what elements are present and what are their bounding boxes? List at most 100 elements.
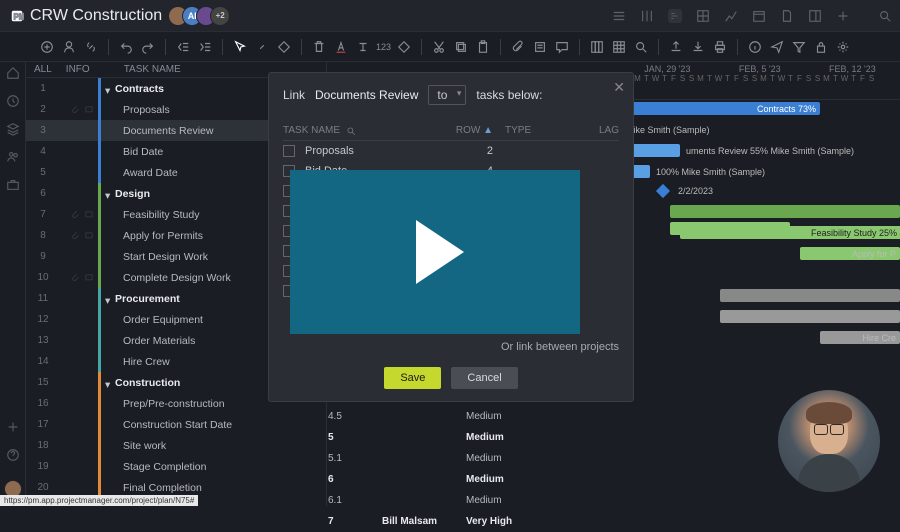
gantt-bar[interactable] bbox=[720, 289, 900, 302]
grid-row[interactable]: 5Medium bbox=[328, 427, 512, 448]
link-icon[interactable] bbox=[82, 38, 100, 56]
grid-row[interactable]: 6Medium bbox=[328, 469, 512, 490]
video-play-overlay[interactable] bbox=[290, 170, 580, 334]
gantt-bar[interactable] bbox=[720, 310, 900, 323]
col-taskname[interactable]: TASK NAME bbox=[283, 125, 443, 136]
info-icon[interactable] bbox=[746, 38, 764, 56]
presenter-webcam bbox=[778, 390, 880, 492]
diamond-icon[interactable] bbox=[275, 38, 293, 56]
status-url: https://pm.app.projectmanager.com/projec… bbox=[0, 495, 198, 506]
panel-icon[interactable] bbox=[808, 9, 822, 23]
toolbar: 123 bbox=[0, 32, 900, 62]
chart-icon[interactable] bbox=[724, 9, 738, 23]
columns-icon[interactable] bbox=[588, 38, 606, 56]
link-label: Link bbox=[283, 88, 305, 102]
avatar-more[interactable]: +2 bbox=[210, 6, 230, 26]
text-color-icon[interactable] bbox=[332, 38, 350, 56]
unlink-icon[interactable] bbox=[253, 38, 271, 56]
left-rail bbox=[0, 62, 26, 506]
col-type[interactable]: TYPE bbox=[493, 125, 553, 136]
plus-rail-icon[interactable] bbox=[6, 420, 20, 434]
import-icon[interactable] bbox=[689, 38, 707, 56]
app-logo-icon: PM bbox=[8, 7, 26, 25]
link-direction-select[interactable]: to bbox=[428, 85, 466, 105]
gantt-label: 2/2/2023 bbox=[674, 184, 717, 197]
attach-icon[interactable] bbox=[509, 38, 527, 56]
milestone-icon[interactable] bbox=[656, 184, 670, 198]
print-icon[interactable] bbox=[711, 38, 729, 56]
table-icon[interactable] bbox=[610, 38, 628, 56]
gantt-bar[interactable]: Apply for P bbox=[800, 247, 900, 260]
outdent-icon[interactable] bbox=[174, 38, 192, 56]
close-icon[interactable]: ✕ bbox=[613, 79, 625, 96]
tab-info[interactable]: INFO bbox=[66, 64, 90, 75]
timeline-date: FEB, 12 '23 bbox=[829, 64, 876, 74]
zoom-label: 123 bbox=[376, 38, 391, 56]
cursor-icon[interactable] bbox=[231, 38, 249, 56]
cancel-button[interactable]: Cancel bbox=[451, 367, 517, 389]
add-circle-icon[interactable] bbox=[38, 38, 56, 56]
grid-row[interactable]: 6.1Medium bbox=[328, 490, 512, 511]
play-icon bbox=[416, 220, 464, 284]
redo-icon[interactable] bbox=[139, 38, 157, 56]
col-row[interactable]: ROW ▲ bbox=[443, 125, 493, 136]
col-lag[interactable]: LAG bbox=[553, 125, 619, 136]
link-projects[interactable]: Or link between projects bbox=[283, 341, 619, 353]
modal-task-row[interactable]: Proposals2 bbox=[283, 141, 619, 161]
grid-icon[interactable] bbox=[696, 9, 710, 23]
search-icon[interactable] bbox=[878, 9, 892, 23]
topbar: PM CRW Construction AI +2 bbox=[0, 0, 900, 32]
task-row[interactable]: 17Construction Start Date bbox=[26, 414, 326, 435]
app-title: CRW Construction bbox=[30, 7, 162, 25]
copy-icon[interactable] bbox=[452, 38, 470, 56]
shape-icon[interactable] bbox=[395, 38, 413, 56]
task-row[interactable]: 19Stage Completion bbox=[26, 456, 326, 477]
gantt-bar[interactable]: Contracts 73% bbox=[620, 102, 820, 115]
gantt-bar[interactable] bbox=[670, 205, 900, 218]
calendar-icon[interactable] bbox=[752, 9, 766, 23]
undo-icon[interactable] bbox=[117, 38, 135, 56]
indent-icon[interactable] bbox=[196, 38, 214, 56]
briefcase-icon[interactable] bbox=[6, 178, 20, 192]
grid-row[interactable]: 5.1Medium bbox=[328, 448, 512, 469]
send-icon[interactable] bbox=[768, 38, 786, 56]
svg-text:PM: PM bbox=[14, 12, 25, 21]
avatar-stack[interactable]: AI +2 bbox=[174, 6, 230, 26]
gantt-bar[interactable]: Feasibility Study 25% Ji bbox=[680, 226, 900, 239]
task-row[interactable]: 18Site work bbox=[26, 435, 326, 456]
cut-icon[interactable] bbox=[430, 38, 448, 56]
note-icon[interactable] bbox=[531, 38, 549, 56]
col-taskname: TASK NAME bbox=[124, 64, 181, 75]
home-icon[interactable] bbox=[6, 66, 20, 80]
zoom-icon[interactable] bbox=[632, 38, 650, 56]
filter-icon[interactable] bbox=[790, 38, 808, 56]
clear-format-icon[interactable] bbox=[354, 38, 372, 56]
gantt-label: Mike Smith (Sample) bbox=[622, 123, 714, 136]
grid-row[interactable]: 4.5Medium bbox=[328, 406, 512, 427]
tab-all[interactable]: ALL bbox=[34, 64, 52, 75]
layers-icon[interactable] bbox=[6, 122, 20, 136]
grid-row[interactable]: 7Bill MalsamVery High bbox=[328, 511, 512, 532]
lock-icon[interactable] bbox=[812, 38, 830, 56]
user-icon[interactable] bbox=[60, 38, 78, 56]
gantt-bar[interactable]: Hire Cre bbox=[820, 331, 900, 344]
export-icon[interactable] bbox=[667, 38, 685, 56]
trash-icon[interactable] bbox=[310, 38, 328, 56]
help-icon[interactable] bbox=[6, 448, 20, 462]
menu-icon[interactable] bbox=[612, 9, 626, 23]
timeline-date: JAN, 29 '23 bbox=[644, 64, 690, 74]
gear-icon[interactable] bbox=[834, 38, 852, 56]
save-button[interactable]: Save bbox=[384, 367, 441, 389]
timeline-date: FEB, 5 '23 bbox=[739, 64, 781, 74]
paste-icon[interactable] bbox=[474, 38, 492, 56]
gantt-icon[interactable] bbox=[668, 9, 682, 23]
plus-icon[interactable] bbox=[836, 9, 850, 23]
doc-icon[interactable] bbox=[780, 9, 794, 23]
link-below: tasks below: bbox=[476, 88, 542, 102]
link-task: Documents Review bbox=[315, 88, 418, 102]
clock-icon[interactable] bbox=[6, 94, 20, 108]
comment-icon[interactable] bbox=[553, 38, 571, 56]
board-icon[interactable] bbox=[640, 9, 654, 23]
grid-rows-extra: 4.5Medium5Medium5.1Medium6Medium6.1Mediu… bbox=[328, 406, 512, 532]
users-icon[interactable] bbox=[6, 150, 20, 164]
